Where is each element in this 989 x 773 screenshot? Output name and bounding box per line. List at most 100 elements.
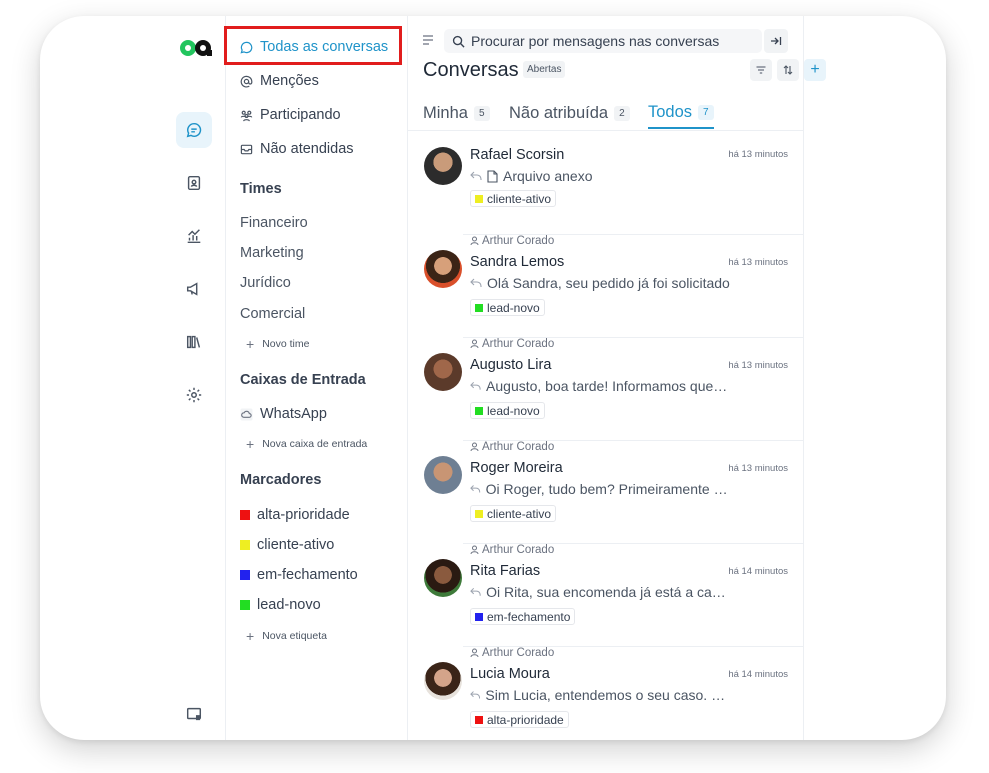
menu-icon[interactable] (422, 35, 434, 45)
sidebar-item-label: Menções (260, 73, 319, 89)
timestamp: há 14 minutos (728, 566, 788, 577)
label-color-swatch (240, 510, 250, 520)
sort-button[interactable] (777, 59, 799, 81)
sidebar: Todas as conversas Menções Participando … (224, 16, 408, 740)
new-inbox-label: Nova caixa de entrada (262, 438, 368, 450)
conversation-label[interactable]: alta-prioridade (470, 711, 569, 728)
conversation-row[interactable]: Arthur Corado Lucia Moura há 14 minutos … (408, 647, 804, 740)
agent-name: Arthur Corado (482, 544, 555, 556)
message-preview: Sim Lucia, entendemos o seu caso. Por fa… (485, 687, 730, 703)
sidebar-item-unattended[interactable]: Não atendidas (240, 138, 354, 160)
campaigns-icon[interactable] (176, 271, 212, 307)
sidebar-item-mentions[interactable]: Menções (240, 70, 319, 92)
contact-name: Roger Moreira (470, 460, 563, 476)
conversation-label[interactable]: em-fechamento (470, 608, 576, 625)
tab-minha[interactable]: Minha 5 (423, 97, 490, 129)
contact-name: Lucia Moura (470, 666, 550, 682)
last-message: Olá Sandra, seu pedido já foi solicitado (470, 275, 730, 291)
last-message: Arquivo anexo (470, 168, 730, 184)
sidebar-item-team[interactable]: Jurídico (240, 275, 291, 291)
user-icon (470, 236, 479, 246)
conversations-nav-icon[interactable] (176, 112, 212, 148)
sidebar-item-label-lead-novo[interactable]: lead-novo (240, 594, 321, 616)
avatar (424, 559, 462, 597)
new-team-button[interactable]: + Novo time (246, 336, 309, 352)
library-icon[interactable] (176, 324, 212, 360)
sidebar-item-participating[interactable]: Participando (240, 104, 341, 126)
label-color-dot (475, 303, 483, 312)
sidebar-item-all-conversations[interactable]: Todas as conversas (240, 36, 388, 58)
sidebar-item-inbox-whatsapp[interactable]: WhatsApp (240, 403, 327, 425)
toggle-sidebar-icon[interactable] (176, 696, 212, 732)
conversation-label[interactable]: cliente-ativo (470, 505, 557, 522)
sidebar-item-label: alta-prioridade (257, 507, 350, 523)
message-preview: Olá Sandra, seu pedido já foi solicitado (487, 275, 730, 291)
tab-count: 7 (698, 104, 714, 120)
label-text: alta-prioridade (487, 712, 564, 727)
label-color-dot (475, 509, 483, 518)
conversation-row[interactable]: Rafael Scorsin há 13 minutos Arquivo ane… (408, 132, 804, 235)
conversation-row[interactable]: Arthur Corado Rita Farias há 14 minutos … (408, 544, 804, 647)
assigned-agent: Arthur Corado (470, 235, 554, 247)
sidebar-item-label-em-fechamento[interactable]: em-fechamento (240, 564, 358, 586)
sidebar-item-label: Participando (260, 107, 341, 123)
teams-heading: Times (240, 181, 282, 197)
conversation-row[interactable]: Arthur Corado Sandra Lemos há 13 minutos… (408, 235, 804, 338)
avatar (424, 147, 462, 185)
assigned-agent: Arthur Corado (470, 338, 554, 350)
sidebar-item-label-cliente-ativo[interactable]: cliente-ativo (240, 534, 334, 556)
conversation-label[interactable]: cliente-ativo (470, 190, 557, 207)
timestamp: há 13 minutos (728, 257, 788, 268)
user-icon (470, 339, 479, 349)
conversation-tabs: Minha 5 Não atribuída 2 Todos 7 (408, 95, 804, 131)
avatar (424, 662, 462, 700)
group-icon (240, 110, 253, 121)
reply-icon (470, 485, 481, 493)
tab-label: Minha (423, 103, 468, 122)
new-label-button[interactable]: + Nova etiqueta (246, 628, 327, 644)
tab-nao-atribuida[interactable]: Não atribuída 2 (509, 97, 630, 129)
contacts-icon[interactable] (176, 165, 212, 201)
chat-icon (240, 41, 253, 53)
avatar (424, 250, 462, 288)
reports-icon[interactable] (176, 218, 212, 254)
plus-icon: + (246, 336, 255, 352)
settings-icon[interactable] (176, 377, 212, 413)
label-color-swatch (240, 570, 250, 580)
sidebar-item-team[interactable]: Financeiro (240, 215, 308, 231)
agent-name: Arthur Corado (482, 441, 555, 453)
label-color-dot (475, 715, 483, 724)
filter-icon (756, 66, 766, 74)
last-message: Sim Lucia, entendemos o seu caso. Por fa… (470, 687, 730, 703)
reply-icon (470, 587, 481, 596)
conversation-label[interactable]: lead-novo (470, 299, 545, 316)
reply-icon (470, 691, 481, 699)
sidebar-item-label-alta-prioridade[interactable]: alta-prioridade (240, 504, 350, 526)
search-input[interactable] (471, 33, 751, 49)
status-filter-badge[interactable]: Abertas (523, 61, 566, 78)
conversation-row[interactable]: Arthur Corado Augusto Lira há 13 minutos… (408, 338, 804, 441)
sidebar-item-team[interactable]: Marketing (240, 245, 304, 261)
label-text: lead-novo (487, 300, 540, 315)
label-text: cliente-ativo (487, 506, 552, 521)
conversation-row[interactable]: Arthur Corado Roger Moreira há 13 minuto… (408, 441, 804, 544)
label-color-dot (475, 406, 483, 415)
conversation-pane: Conversas Abertas + Minha 5 Não atribuíd… (408, 16, 826, 740)
agent-name: Arthur Corado (482, 235, 555, 247)
new-team-label: Novo time (262, 338, 310, 350)
sidebar-item-label: lead-novo (257, 597, 321, 613)
new-inbox-button[interactable]: + Nova caixa de entrada (246, 436, 367, 452)
tab-todos[interactable]: Todos 7 (648, 97, 714, 129)
agent-name: Arthur Corado (482, 338, 555, 350)
label-color-dot (475, 612, 483, 621)
filter-button[interactable] (750, 59, 772, 81)
timestamp: há 13 minutos (728, 463, 788, 474)
collapse-button[interactable] (764, 29, 788, 53)
message-preview: Arquivo anexo (503, 168, 593, 184)
contact-name: Rita Farias (470, 563, 541, 579)
sidebar-item-team[interactable]: Comercial (240, 306, 305, 322)
conversation-label[interactable]: lead-novo (470, 402, 545, 419)
reply-icon (470, 381, 481, 390)
search-bar[interactable] (444, 29, 762, 53)
tab-label: Todos (648, 102, 693, 121)
